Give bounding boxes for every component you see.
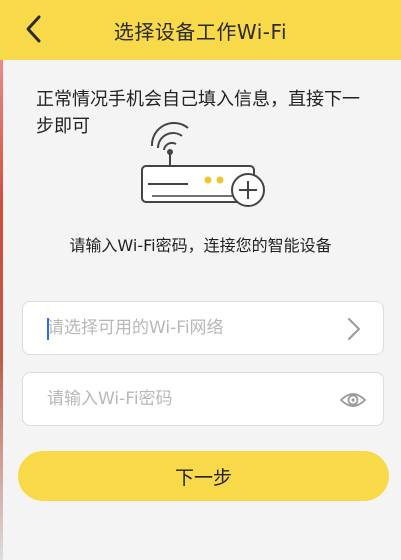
background-edge xyxy=(0,60,3,560)
back-button[interactable] xyxy=(22,14,48,44)
router-add-icon xyxy=(141,121,265,207)
wifi-network-input[interactable] xyxy=(47,302,327,354)
chevron-right-icon[interactable] xyxy=(347,317,361,341)
chevron-left-icon xyxy=(26,15,41,43)
app-header: 选择设备工作Wi-Fi xyxy=(0,0,401,60)
password-input[interactable] xyxy=(47,373,327,425)
page-title: 选择设备工作Wi-Fi xyxy=(113,19,288,44)
wifi-password-field[interactable] xyxy=(22,372,384,426)
eye-icon[interactable] xyxy=(339,390,367,410)
wifi-select-field[interactable] xyxy=(22,301,384,355)
text-cursor xyxy=(47,318,49,340)
connect-subtitle: 请输入Wi-Fi密码，连接您的智能设备 xyxy=(69,236,332,255)
next-step-button[interactable]: 下一步 xyxy=(18,451,389,501)
